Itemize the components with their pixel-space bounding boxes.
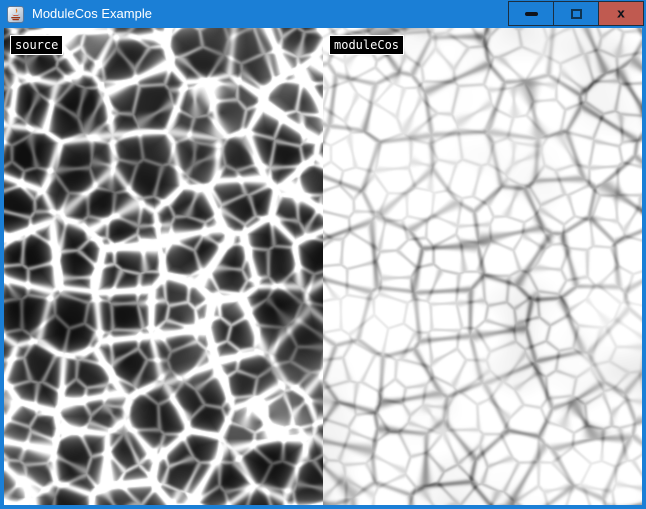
source-image — [4, 28, 323, 505]
maximize-button[interactable] — [553, 1, 599, 26]
content-area: source moduleCos — [0, 28, 646, 509]
minimize-icon — [525, 12, 538, 16]
modulecos-label: moduleCos — [329, 35, 404, 55]
source-label: source — [10, 35, 63, 55]
window-title: ModuleCos Example — [32, 0, 152, 28]
java-coffee-cup-icon — [7, 6, 24, 23]
panel-modulecos: moduleCos — [323, 28, 642, 505]
minimize-button[interactable] — [508, 1, 554, 26]
close-icon: x — [617, 7, 625, 20]
maximize-icon — [571, 9, 582, 19]
close-button[interactable]: x — [598, 1, 644, 26]
panel-source: source — [4, 28, 323, 505]
window-frame: ModuleCos Example x source moduleCos — [0, 0, 646, 509]
titlebar[interactable]: ModuleCos Example x — [0, 0, 646, 28]
window-controls: x — [509, 1, 644, 26]
modulecos-image — [323, 28, 642, 505]
